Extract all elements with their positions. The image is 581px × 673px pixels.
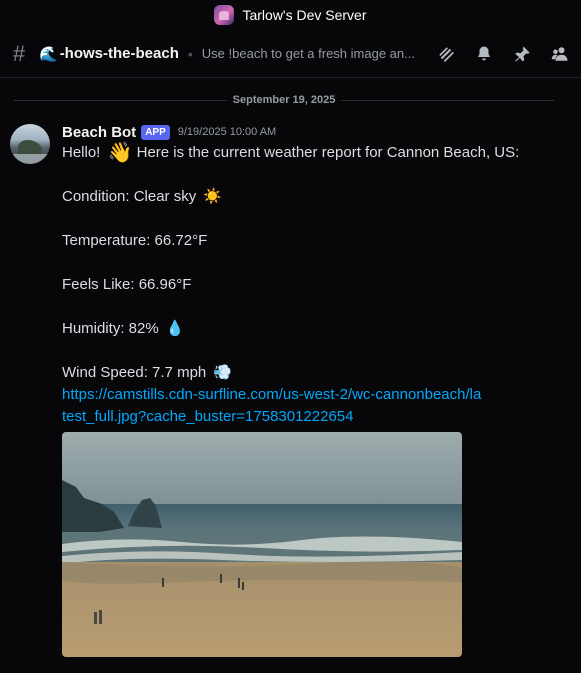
bell-icon[interactable] (474, 44, 494, 64)
beach-cam-image[interactable] (62, 432, 462, 657)
wind-icon: 💨 (213, 364, 233, 382)
image-link[interactable]: https://camstills.cdn-surfline.com/us-we… (62, 384, 482, 428)
channel-header: # 🌊 -hows-the-beach • Use !beach to get … (0, 30, 581, 78)
condition-line: Condition: Clear sky ☀️ (62, 186, 562, 208)
channel-name[interactable]: -hows-the-beach (60, 45, 179, 62)
threads-icon[interactable] (436, 44, 456, 64)
droplet-icon: 💧 (165, 320, 185, 338)
feels-like-line: Feels Like: 66.96°F (62, 276, 192, 293)
waving-hand-icon: 👋 (107, 142, 133, 165)
channel-topic[interactable]: Use !beach to get a fresh image an... (202, 46, 418, 61)
greeting-line: Hello! 👋 Here is the current weather rep… (62, 142, 520, 165)
hash-icon: # (12, 40, 26, 66)
wind-line: Wind Speed: 7.7 mph 💨 (62, 362, 562, 384)
topic-separator: • (187, 45, 193, 62)
temperature-line: Temperature: 66.72°F (62, 232, 208, 249)
server-icon (214, 5, 235, 25)
sun-icon: ☀️ (203, 188, 223, 206)
pin-icon[interactable] (512, 44, 532, 64)
humidity-line: Humidity: 82% 💧 (62, 318, 562, 340)
date-label: September 19, 2025 (232, 94, 336, 106)
avatar[interactable] (10, 124, 50, 164)
date-divider: September 19, 2025 (14, 94, 555, 106)
wave-channel-icon: 🌊 (39, 45, 58, 63)
app-badge: APP (141, 124, 170, 140)
server-name: Tarlow's Dev Server (242, 7, 367, 23)
members-icon[interactable] (550, 44, 570, 64)
title-bar: Tarlow's Dev Server (0, 0, 581, 30)
message-timestamp: 9/19/2025 10:00 AM (177, 126, 277, 138)
author-name[interactable]: Beach Bot (62, 124, 136, 141)
